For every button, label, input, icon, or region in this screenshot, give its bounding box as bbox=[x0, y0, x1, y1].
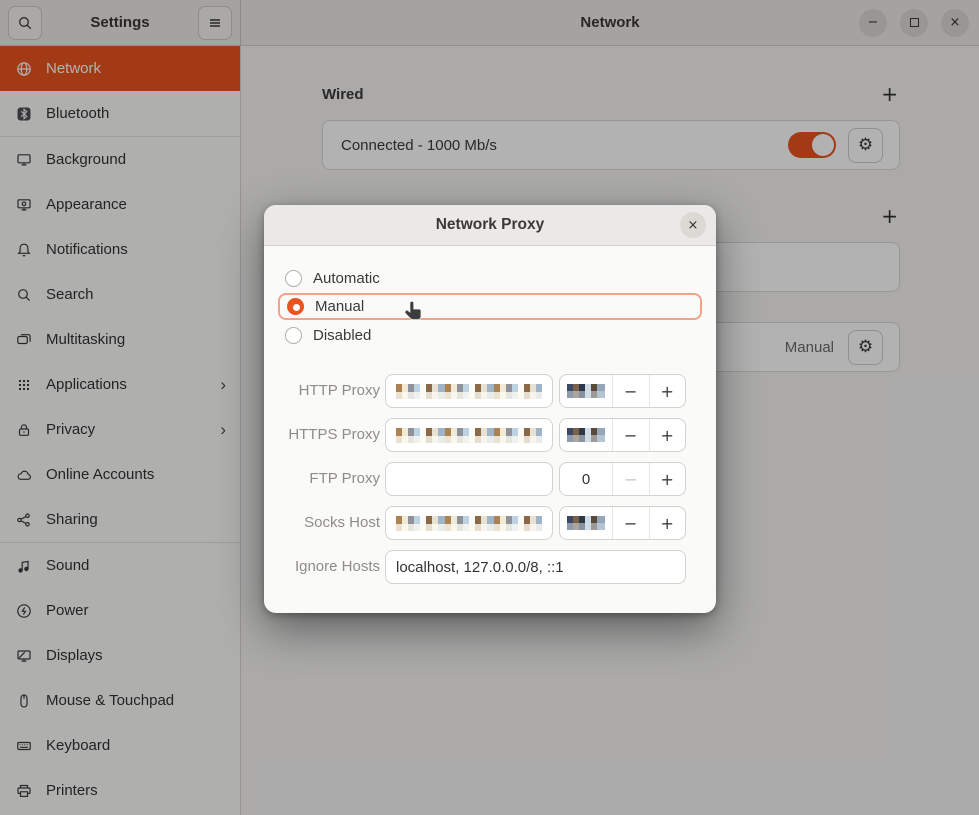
ignore-hosts-row: Ignore Hosts localhost, 127.0.0.0/8, ::1 bbox=[264, 550, 716, 584]
radio-unchecked-icon bbox=[285, 327, 302, 344]
https-port-spinner[interactable]: − + bbox=[559, 418, 686, 452]
redacted-value bbox=[567, 384, 605, 398]
redacted-value bbox=[567, 428, 605, 442]
ftp-proxy-label: FTP Proxy bbox=[280, 462, 380, 496]
http-port-decrement-button[interactable]: − bbox=[613, 375, 650, 407]
minus-icon: − bbox=[624, 382, 637, 401]
http-port-value bbox=[560, 375, 613, 407]
option-label: Automatic bbox=[313, 270, 380, 287]
network-proxy-dialog: Network Proxy × Automatic Manual Disable… bbox=[264, 205, 716, 613]
ftp-port-decrement-button[interactable]: − bbox=[613, 463, 650, 495]
http-port-spinner[interactable]: − + bbox=[559, 374, 686, 408]
socks-host-input[interactable] bbox=[385, 506, 553, 540]
radio-checked-icon bbox=[287, 298, 304, 315]
ignore-hosts-input[interactable]: localhost, 127.0.0.0/8, ::1 bbox=[385, 550, 686, 584]
https-port-decrement-button[interactable]: − bbox=[613, 419, 650, 451]
dialog-title: Network Proxy bbox=[264, 205, 716, 245]
http-proxy-input[interactable] bbox=[385, 374, 553, 408]
plus-icon: + bbox=[661, 470, 674, 489]
socks-host-label: Socks Host bbox=[280, 506, 380, 540]
hand-cursor-icon bbox=[401, 299, 427, 325]
minus-icon: − bbox=[624, 470, 637, 489]
ftp-proxy-input[interactable] bbox=[385, 462, 553, 496]
minus-icon: − bbox=[624, 426, 637, 445]
plus-icon: + bbox=[661, 514, 674, 533]
redacted-value bbox=[396, 384, 542, 399]
settings-window: Settings Network − × Network Bluetooth bbox=[0, 0, 979, 815]
option-label: Disabled bbox=[313, 327, 371, 344]
plus-icon: + bbox=[661, 382, 674, 401]
close-icon: × bbox=[688, 218, 699, 233]
socks-port-increment-button[interactable]: + bbox=[650, 507, 686, 539]
dialog-close-button[interactable]: × bbox=[680, 212, 706, 238]
redacted-value bbox=[396, 428, 542, 443]
proxy-option-disabled[interactable]: Disabled bbox=[278, 322, 702, 349]
ftp-port-value: 0 bbox=[560, 463, 613, 495]
ignore-hosts-label: Ignore Hosts bbox=[280, 550, 380, 584]
ignore-hosts-value: localhost, 127.0.0.0/8, ::1 bbox=[396, 559, 564, 576]
ftp-port-spinner[interactable]: 0 − + bbox=[559, 462, 686, 496]
http-port-increment-button[interactable]: + bbox=[650, 375, 686, 407]
https-port-increment-button[interactable]: + bbox=[650, 419, 686, 451]
https-proxy-input[interactable] bbox=[385, 418, 553, 452]
proxy-option-automatic[interactable]: Automatic bbox=[278, 265, 702, 292]
http-proxy-label: HTTP Proxy bbox=[280, 374, 380, 408]
ftp-port-increment-button[interactable]: + bbox=[650, 463, 686, 495]
radio-unchecked-icon bbox=[285, 270, 302, 287]
ftp-proxy-row: FTP Proxy 0 − + bbox=[264, 462, 716, 496]
https-port-value bbox=[560, 419, 613, 451]
plus-icon: + bbox=[661, 426, 674, 445]
proxy-option-manual[interactable]: Manual bbox=[278, 293, 702, 320]
socks-port-spinner[interactable]: − + bbox=[559, 506, 686, 540]
redacted-value bbox=[567, 516, 605, 530]
option-label: Manual bbox=[315, 298, 364, 315]
redacted-value bbox=[396, 516, 542, 531]
https-proxy-row: HTTPS Proxy − + bbox=[264, 418, 716, 452]
https-proxy-label: HTTPS Proxy bbox=[280, 418, 380, 452]
minus-icon: − bbox=[624, 514, 637, 533]
socks-host-row: Socks Host − + bbox=[264, 506, 716, 540]
socks-port-decrement-button[interactable]: − bbox=[613, 507, 650, 539]
dialog-headerbar: Network Proxy × bbox=[264, 205, 716, 246]
http-proxy-row: HTTP Proxy − + bbox=[264, 374, 716, 408]
socks-port-value bbox=[560, 507, 613, 539]
